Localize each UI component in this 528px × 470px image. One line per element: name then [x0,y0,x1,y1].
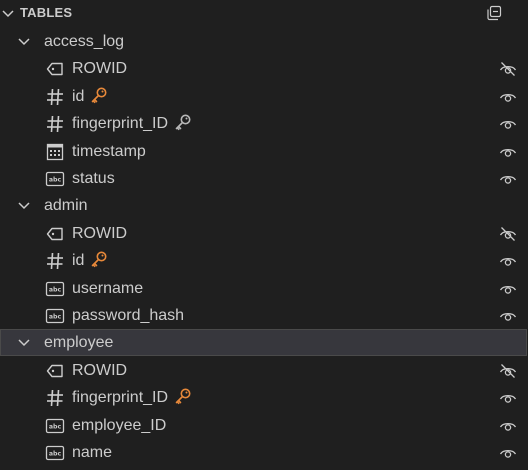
eye-closed-icon[interactable] [499,362,517,380]
column-row[interactable]: fingerprint_ID [0,384,528,411]
column-label: id [72,83,108,110]
eye-icon[interactable] [499,307,517,325]
column-label: employee_ID [72,412,166,439]
hash-icon [45,114,65,134]
column-name: ROWID [72,60,128,78]
column-name: employee_ID [72,416,167,434]
column-name: status [72,170,115,187]
table-row-admin[interactable]: admin [0,192,528,219]
chevron-down-icon [0,5,16,21]
svg-text:abc: abc [49,177,62,184]
column-row[interactable]: timestamp [0,138,528,165]
column-name: id [72,252,85,270]
text-type-icon: abc [45,443,65,463]
column-name: timestamp [72,142,146,160]
eye-closed-icon[interactable] [499,225,517,243]
primary-key-icon [90,86,108,104]
column-row[interactable]: abc password_hash [0,302,528,329]
text-type-icon: abc [45,169,65,189]
column-row[interactable]: id [0,247,528,274]
column-name: fingerprint_ID [72,389,169,407]
hash-icon [45,251,65,271]
collapse-all-button[interactable] [484,3,504,23]
eye-icon[interactable] [499,115,517,133]
column-row[interactable]: abc employee_ID [0,412,528,439]
table-row-access_log[interactable]: access_log [0,28,528,55]
tables-section-header[interactable]: TABLES [0,0,528,28]
primary-key-icon [174,387,192,405]
svg-text:abc: abc [49,314,62,321]
section-title: TABLES [20,5,73,20]
tag-icon [45,224,65,244]
column-row[interactable]: abc status [0,165,528,192]
column-label: id [72,247,108,274]
calendar-icon [45,142,65,162]
column-name: id [72,87,85,105]
tag-icon [45,59,65,79]
column-name: username [72,279,144,297]
column-label: timestamp [72,138,146,165]
column-label: status [72,165,115,192]
table-row-employee[interactable]: employee [0,329,527,357]
text-type-icon: abc [45,279,65,299]
hash-icon [45,388,65,408]
column-row[interactable]: ROWID [0,220,528,247]
column-label: ROWID [72,220,127,247]
column-label: username [72,275,143,302]
svg-text:abc: abc [49,286,62,293]
chevron-down-icon [16,197,32,213]
eye-icon[interactable] [499,280,517,298]
text-type-icon: abc [45,416,65,436]
eye-icon[interactable] [499,170,517,188]
column-label: name [72,439,112,466]
column-label: ROWID [72,357,127,384]
tag-icon [45,361,65,381]
eye-icon[interactable] [499,389,517,407]
column-label: fingerprint_ID [72,384,192,411]
eye-icon[interactable] [499,417,517,435]
table-name: employee [44,334,114,352]
svg-text:abc: abc [49,423,62,430]
eye-icon[interactable] [499,444,517,462]
column-name: fingerprint_ID [72,115,169,133]
column-label: ROWID [72,55,127,82]
eye-icon[interactable] [499,88,517,106]
column-name: ROWID [72,224,128,242]
column-row[interactable]: ROWID [0,55,528,82]
column-name: password_hash [72,307,185,324]
foreign-key-icon [174,113,192,131]
column-name: ROWID [72,361,128,379]
eye-icon[interactable] [499,143,517,161]
primary-key-icon [90,250,108,268]
text-type-icon: abc [45,306,65,326]
column-row[interactable]: abc username [0,275,528,302]
column-label: password_hash [72,302,184,329]
chevron-down-icon [16,334,32,350]
chevron-down-icon [16,33,32,49]
table-name: admin [44,197,88,215]
column-name: name [72,444,113,461]
table-name: access_log [44,33,125,50]
column-row[interactable]: fingerprint_ID [0,110,528,137]
column-row[interactable]: abc name [0,439,528,466]
eye-icon[interactable] [499,252,517,270]
column-label: fingerprint_ID [72,110,192,137]
svg-text:abc: abc [49,451,62,458]
column-row[interactable]: ROWID [0,357,528,384]
eye-closed-icon[interactable] [499,60,517,78]
hash-icon [45,87,65,107]
collapse-all-icon [487,5,502,21]
column-row[interactable]: id [0,83,528,110]
